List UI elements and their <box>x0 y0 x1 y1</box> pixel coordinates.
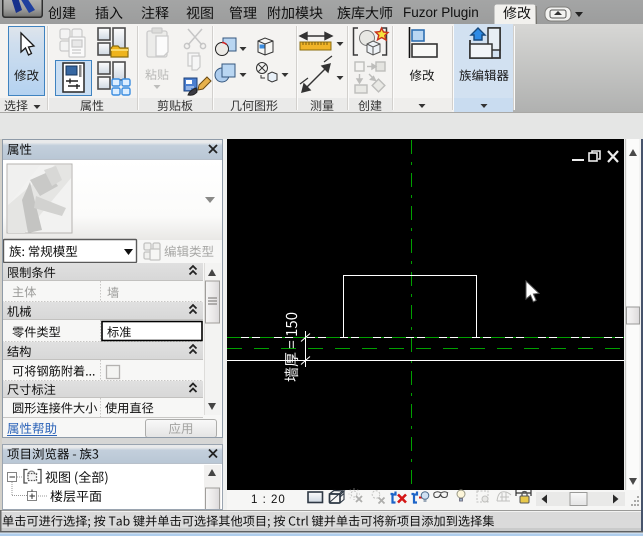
svg-text:1 : 20: 1 : 20 <box>251 494 286 506</box>
svg-text:Fuzor Plugin: Fuzor Plugin <box>403 5 479 20</box>
